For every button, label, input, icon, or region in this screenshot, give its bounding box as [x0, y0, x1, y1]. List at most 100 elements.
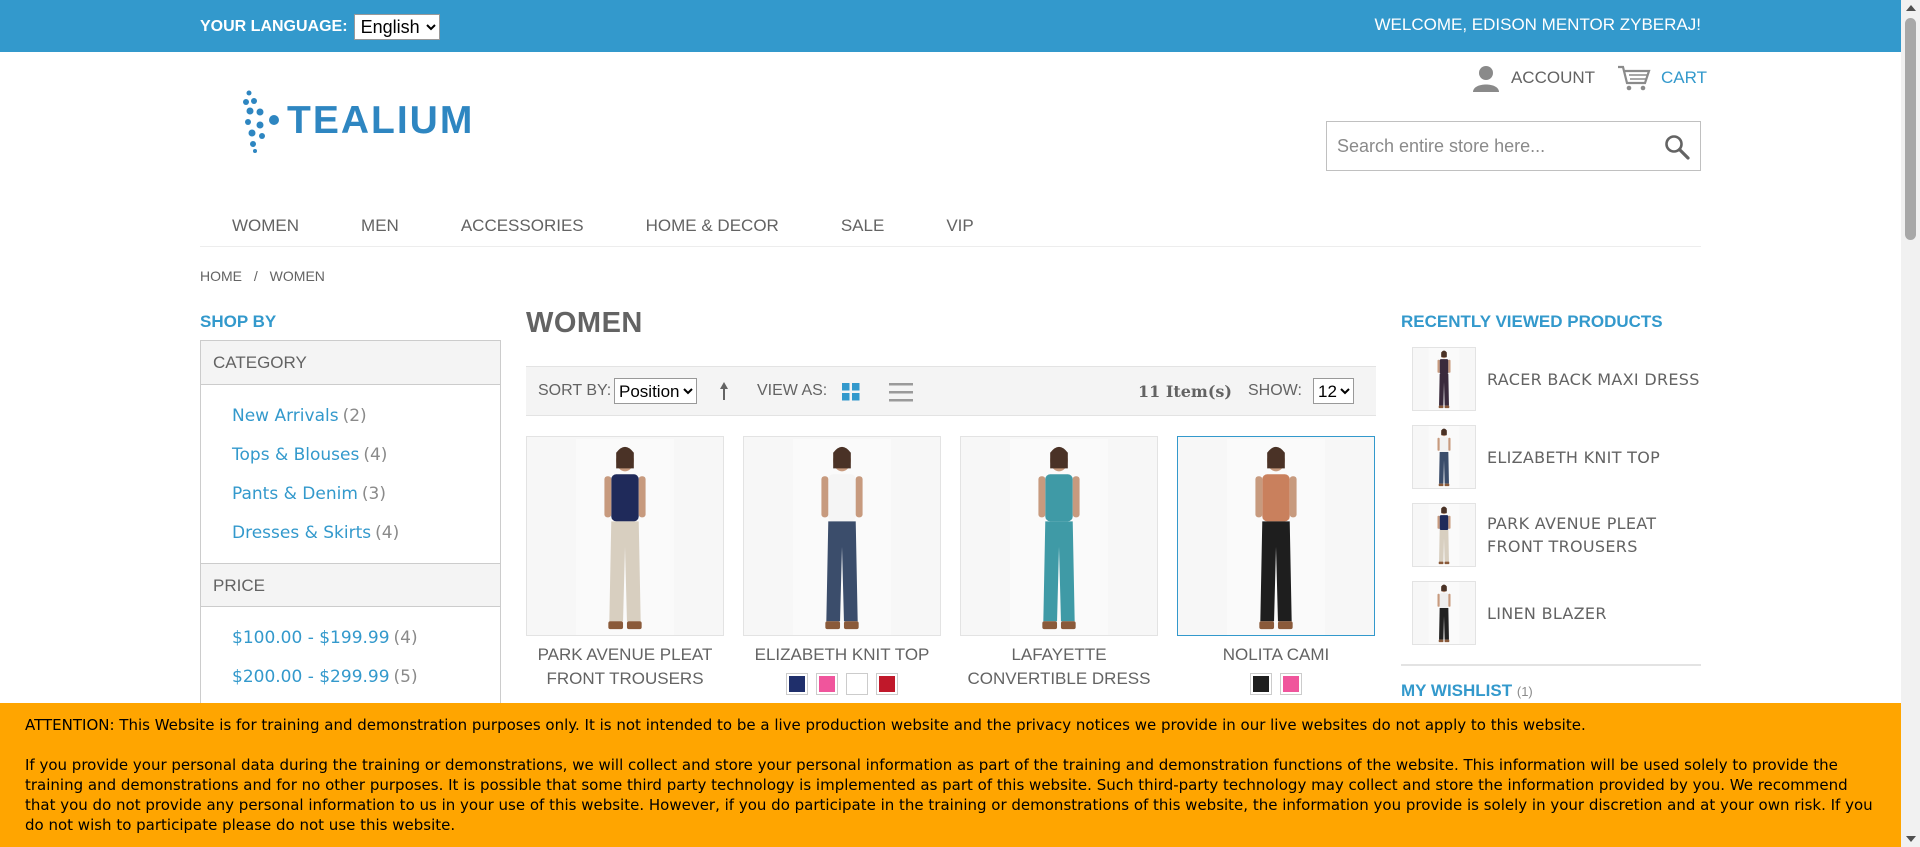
grid-view-button[interactable] [842, 383, 860, 406]
color-swatch[interactable] [846, 673, 868, 695]
category-filter-item[interactable]: Dresses & Skirts (4) [232, 514, 500, 553]
cart-label: CART [1661, 68, 1707, 87]
filter-label[interactable]: Pants & Denim [232, 484, 358, 504]
product-photo [1428, 504, 1460, 566]
product-card[interactable]: ELIZABETH KNIT TOP [743, 436, 941, 697]
recent-product-name[interactable]: ELIZABETH KNIT TOP [1487, 446, 1660, 469]
recent-product-thumbnail[interactable] [1412, 425, 1476, 489]
nav-item-men[interactable]: MEN [361, 205, 399, 246]
color-swatch[interactable] [816, 673, 838, 695]
recently-viewed-list: RACER BACK MAXI DRESS ELIZABETH KNIT TOP… [1412, 340, 1701, 652]
breadcrumb-separator: / [253, 268, 258, 284]
recently-viewed-item[interactable]: PARK AVENUE PLEAT FRONT TROUSERS [1412, 496, 1701, 574]
filter-count: (5) [393, 667, 418, 687]
product-photo [793, 439, 891, 635]
color-swatch[interactable] [876, 673, 898, 695]
cart-link[interactable]: CART [1617, 65, 1707, 91]
filter-count: (4) [375, 523, 400, 543]
nav-item-women[interactable]: WOMEN [232, 205, 299, 246]
product-card[interactable]: LAFAYETTE CONVERTIBLE DRESS [960, 436, 1158, 697]
color-swatch[interactable] [1250, 673, 1272, 695]
recent-product-name[interactable]: RACER BACK MAXI DRESS [1487, 368, 1700, 391]
color-swatches [743, 673, 941, 695]
recently-viewed-heading: RECENTLY VIEWED PRODUCTS [1401, 312, 1663, 331]
language-select[interactable]: English [353, 14, 440, 40]
breadcrumb: HOME / WOMEN [200, 268, 325, 284]
filter-count: (3) [361, 484, 386, 504]
wishlist-heading[interactable]: MY WISHLIST (1) [1401, 681, 1533, 701]
color-swatch[interactable] [786, 673, 808, 695]
product-image[interactable] [526, 436, 724, 636]
account-link[interactable]: ACCOUNT [1471, 64, 1595, 92]
notice-privacy-text: If you provide your personal data during… [25, 756, 1873, 834]
page-scrollbar[interactable] [1901, 0, 1920, 847]
scroll-down-icon[interactable] [1906, 836, 1916, 842]
product-toolbar: SORT BY: Position VIEW AS: 11 Item(s) SH… [526, 366, 1376, 416]
color-swatch[interactable] [1280, 673, 1302, 695]
recently-viewed-item[interactable]: ELIZABETH KNIT TOP [1412, 418, 1701, 496]
product-image[interactable] [960, 436, 1158, 636]
account-label: ACCOUNT [1510, 68, 1596, 87]
filter-label[interactable]: Tops & Blouses [232, 445, 359, 465]
wishlist-title[interactable]: MY WISHLIST [1401, 681, 1512, 700]
filter-label[interactable]: $200.00 - $299.99 [232, 667, 390, 687]
product-name[interactable]: ELIZABETH KNIT TOP [743, 643, 941, 667]
breadcrumb-current: WOMEN [269, 268, 325, 284]
category-filter-list: New Arrivals (2) Tops & Blouses (4) Pants … [201, 385, 500, 563]
color-swatches [1177, 673, 1375, 695]
filter-label[interactable]: $100.00 - $199.99 [232, 628, 390, 648]
product-image[interactable] [1177, 436, 1375, 636]
recent-product-thumbnail[interactable] [1412, 347, 1476, 411]
recent-product-thumbnail[interactable] [1412, 581, 1476, 645]
scrollbar-thumb[interactable] [1905, 18, 1916, 240]
filter-label[interactable]: New Arrivals [232, 406, 339, 426]
page-title: WOMEN [526, 307, 643, 339]
language-label: YOUR LANGUAGE: [200, 18, 348, 35]
store-logo[interactable]: TEALIUM [243, 86, 523, 156]
header-links: ACCOUNT CART [1471, 64, 1707, 92]
filter-count: (4) [363, 445, 388, 465]
list-icon [889, 383, 913, 402]
search-input[interactable] [1327, 122, 1647, 170]
product-name[interactable]: NOLITA CAMI [1177, 643, 1375, 667]
search-box [1326, 121, 1701, 171]
price-filter-item[interactable]: $200.00 - $299.99 (5) [232, 658, 500, 697]
wishlist-count: (1) [1516, 684, 1533, 699]
nav-item-sale[interactable]: SALE [841, 205, 884, 246]
category-filter-title: CATEGORY [201, 341, 500, 385]
sidebar-divider [1401, 664, 1701, 666]
search-button[interactable] [1664, 134, 1690, 164]
product-photo [1010, 439, 1108, 635]
recently-viewed-item[interactable]: LINEN BLAZER [1412, 574, 1701, 652]
breadcrumb-home[interactable]: HOME [200, 268, 242, 284]
recent-product-thumbnail[interactable] [1412, 503, 1476, 567]
nav-item-vip[interactable]: VIP [946, 205, 973, 246]
product-name[interactable]: LAFAYETTE CONVERTIBLE DRESS [960, 643, 1158, 691]
product-card[interactable]: NOLITA CAMI [1177, 436, 1375, 697]
grid-icon [842, 383, 860, 401]
limit-select[interactable]: 12 [1313, 378, 1354, 404]
shop-by-heading: SHOP BY [200, 312, 277, 331]
recently-viewed-item[interactable]: RACER BACK MAXI DRESS [1412, 340, 1701, 418]
welcome-message: WELCOME, EDISON MENTOR ZYBERAJ! [1374, 15, 1701, 34]
recent-product-name[interactable]: PARK AVENUE PLEAT FRONT TROUSERS [1487, 512, 1701, 558]
product-image[interactable] [743, 436, 941, 636]
category-filter-item[interactable]: Pants & Denim (3) [232, 475, 500, 514]
category-filter-item[interactable]: Tops & Blouses (4) [232, 436, 500, 475]
language-switcher: YOUR LANGUAGE: English [200, 14, 440, 40]
product-card[interactable]: PARK AVENUE PLEAT FRONT TROUSERS [526, 436, 724, 697]
filter-label[interactable]: Dresses & Skirts [232, 523, 371, 543]
sort-direction-button[interactable] [719, 381, 729, 406]
nav-item-accessories[interactable]: ACCESSORIES [461, 205, 584, 246]
arrow-up-icon [720, 382, 728, 400]
product-photo [1428, 582, 1460, 644]
notice-attention-text: ATTENTION: This Website is for training … [25, 716, 1586, 734]
scroll-up-icon[interactable] [1906, 5, 1916, 11]
category-filter-item[interactable]: New Arrivals (2) [232, 397, 500, 436]
price-filter-item[interactable]: $100.00 - $199.99 (4) [232, 619, 500, 658]
product-name[interactable]: PARK AVENUE PLEAT FRONT TROUSERS [526, 643, 724, 691]
nav-item-home-decor[interactable]: HOME & DECOR [646, 205, 779, 246]
sort-by-select[interactable]: Position [614, 378, 697, 404]
list-view-button[interactable] [889, 381, 913, 408]
recent-product-name[interactable]: LINEN BLAZER [1487, 602, 1607, 625]
